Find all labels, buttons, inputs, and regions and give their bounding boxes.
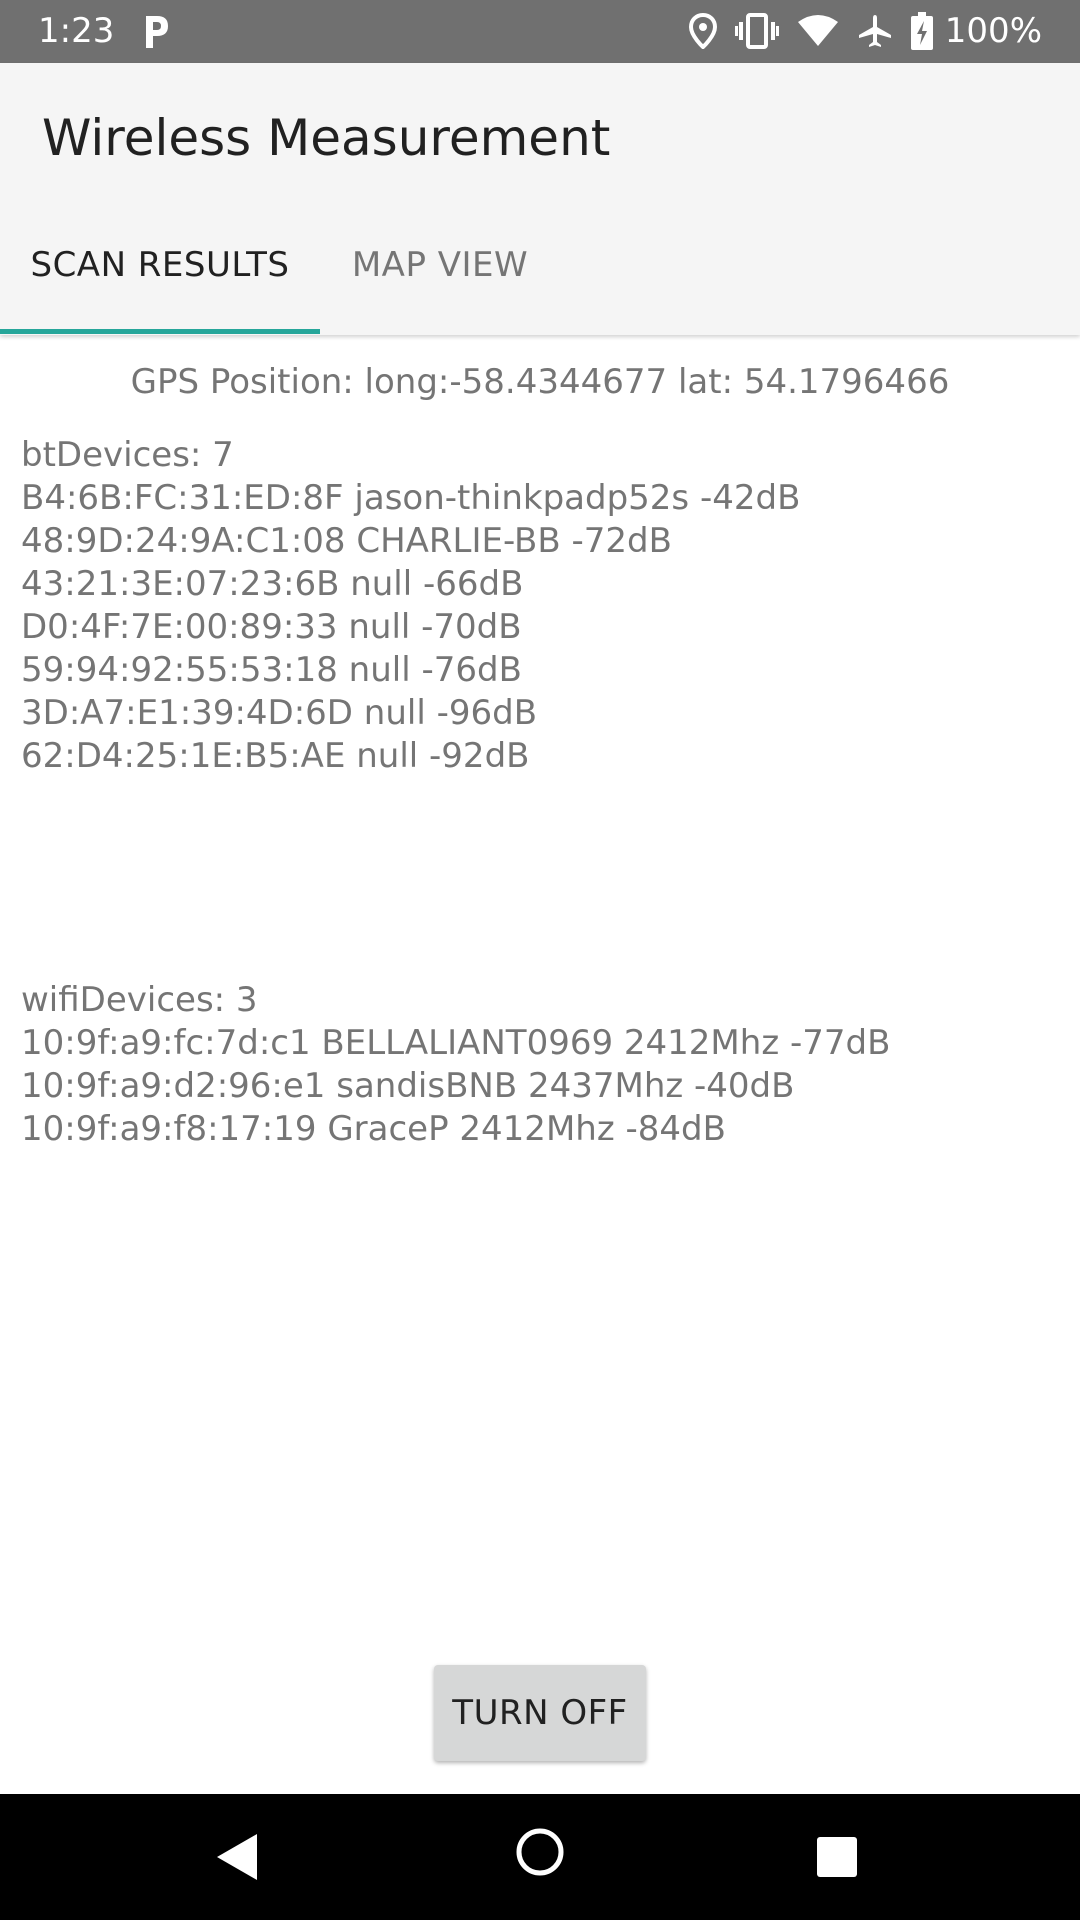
tab-scan-results[interactable]: SCAN RESULTS <box>0 198 320 332</box>
status-bar: 1:23 100% <box>0 0 1080 63</box>
battery-percent: 100% <box>944 11 1042 51</box>
list-item: 62:D4:25:1E:B5:AE null -92dB <box>21 736 530 776</box>
bt-devices-section: btDevices: 7 B4:6B:FC:31:ED:8F jason-thi… <box>21 434 800 778</box>
recents-icon[interactable] <box>817 1837 857 1877</box>
list-item: D0:4F:7E:00:89:33 null -70dB <box>21 607 522 647</box>
turn-off-button[interactable]: TURN OFF <box>434 1665 646 1761</box>
tab-map-view[interactable]: MAP VIEW <box>320 198 560 332</box>
wifi-devices-header: wifiDevices: 3 <box>21 980 258 1020</box>
list-item: 10:9f:a9:d2:96:e1 sandisBNB 2437Mhz -40d… <box>21 1066 795 1106</box>
list-item: 43:21:3E:07:23:6B null -66dB <box>21 564 524 604</box>
bt-devices-header: btDevices: 7 <box>21 435 234 475</box>
list-item: 48:9D:24:9A:C1:08 CHARLIE-BB -72dB <box>21 521 672 561</box>
navigation-bar <box>0 1794 1080 1920</box>
status-icons: 100% <box>671 10 1042 52</box>
list-item: 59:94:92:55:53:18 null -76dB <box>21 650 522 690</box>
parking-icon <box>146 16 168 48</box>
gps-position: GPS Position: long:-58.4344677 lat: 54.1… <box>130 362 950 402</box>
list-item: 10:9f:a9:fc:7d:c1 BELLALIANT0969 2412Mhz… <box>21 1023 891 1063</box>
tab-indicator <box>0 329 320 334</box>
app-title: Wireless Measurement <box>42 109 611 167</box>
back-icon[interactable] <box>215 1832 259 1882</box>
app-bar: Wireless Measurement SCAN RESULTS MAP VI… <box>0 63 1080 335</box>
status-time: 1:23 <box>38 11 115 51</box>
battery-charging-icon <box>910 12 933 50</box>
location-icon <box>688 13 717 49</box>
wifi-devices-section: wifiDevices: 3 10:9f:a9:fc:7d:c1 BELLALI… <box>21 979 890 1151</box>
vibrate-icon <box>734 13 779 49</box>
list-item: B4:6B:FC:31:ED:8F jason-thinkpadp52s -42… <box>21 478 801 518</box>
list-item: 3D:A7:E1:39:4D:6D null -96dB <box>21 693 538 733</box>
list-item: 10:9f:a9:f8:17:19 GraceP 2412Mhz -84dB <box>21 1109 726 1149</box>
airplane-icon <box>858 15 891 47</box>
home-icon[interactable] <box>515 1827 565 1877</box>
wifi-icon <box>797 15 838 46</box>
